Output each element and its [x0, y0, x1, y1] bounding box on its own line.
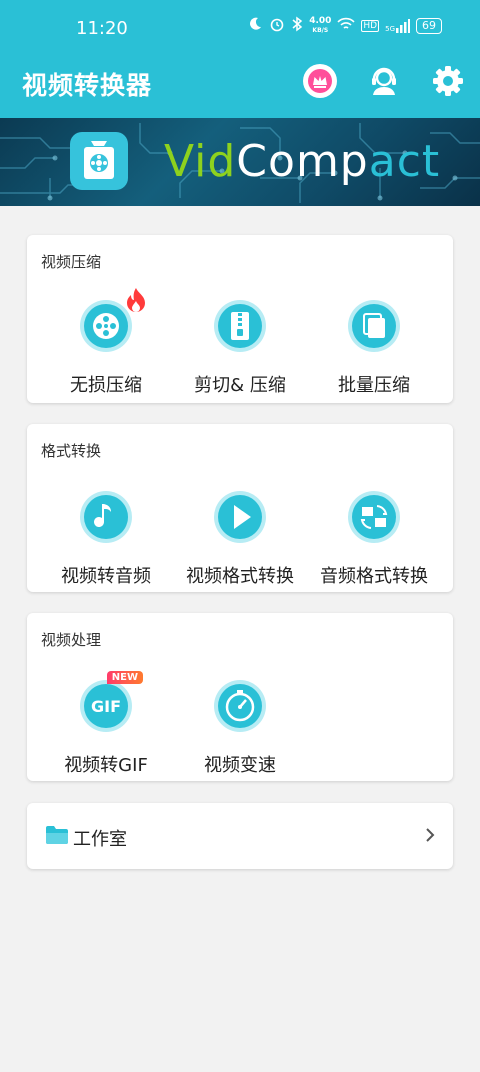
section-title: 视频处理 [41, 631, 102, 649]
vidcompact-banner[interactable]: VidCompact [0, 118, 480, 206]
hd-badge: HD [361, 20, 380, 32]
hot-flame-icon [125, 287, 147, 317]
tool-label: 视频转音频 [61, 566, 151, 587]
wifi-icon [337, 16, 355, 36]
battery-indicator: 69 [416, 18, 442, 34]
tool-video-format[interactable]: 视频格式转换 [175, 490, 305, 588]
alarm-icon [269, 16, 285, 36]
copy-stack-icon [347, 299, 401, 353]
vip-button[interactable] [303, 64, 337, 98]
tool-lossless-compress[interactable]: 无损压缩 [41, 288, 171, 397]
tool-cut-compress[interactable]: 剪切& 压缩 [175, 299, 305, 397]
status-time: 11:20 [76, 18, 128, 39]
play-icon [213, 490, 267, 544]
compress-logo-icon [84, 141, 114, 179]
workshop-label: 工作室 [73, 829, 127, 850]
tool-video-to-gif[interactable]: GIF NEW 视频转GIF [41, 671, 171, 777]
convert-icon [347, 490, 401, 544]
zipper-icon [213, 299, 267, 353]
settings-button[interactable] [431, 64, 465, 98]
section-compress: 视频压缩 无损压缩 剪切& 压缩 批量压缩 [27, 235, 453, 403]
net-speed: 4.00 KB/S [309, 16, 332, 35]
tool-batch-compress[interactable]: 批量压缩 [309, 299, 439, 397]
music-note-icon [79, 490, 133, 544]
section-title: 视频压缩 [41, 253, 102, 271]
support-icon [372, 67, 396, 95]
app-bar: 视频转换器 [0, 56, 480, 118]
tool-label: 批量压缩 [338, 375, 410, 396]
tool-video-to-audio[interactable]: 视频转音频 [41, 490, 171, 588]
workshop-row[interactable]: 工作室 [27, 803, 453, 869]
tool-label: 音频格式转换 [320, 566, 428, 587]
folder-icon [45, 825, 69, 849]
film-reel-icon [79, 288, 145, 353]
support-button[interactable] [367, 64, 401, 98]
new-badge: NEW [106, 671, 143, 684]
tool-label: 视频变速 [204, 755, 276, 776]
crown-icon [308, 69, 332, 93]
tool-label: 剪切& 压缩 [194, 375, 286, 396]
section-process: 视频处理 GIF NEW 视频转GIF 视频变速 [27, 613, 453, 781]
page-title: 视频转换器 [22, 71, 153, 100]
signal-icon: 5G [385, 19, 410, 33]
svg-text:GIF: GIF [91, 697, 121, 716]
section-title: 格式转换 [41, 442, 102, 460]
tool-label: 视频转GIF [64, 755, 148, 776]
status-bar: 11:20 4.00 KB/S HD 5G 69 [0, 0, 480, 56]
moon-icon [247, 16, 263, 36]
tool-video-speed[interactable]: 视频变速 [175, 679, 305, 777]
tool-audio-format[interactable]: 音频格式转换 [309, 490, 439, 588]
app-logo [70, 132, 128, 190]
section-format: 格式转换 视频转音频 视频格式转换 音频格式转换 [27, 424, 453, 592]
tool-label: 无损压缩 [70, 375, 142, 396]
tool-label: 视频格式转换 [186, 566, 294, 587]
gif-icon: GIF NEW [79, 671, 143, 733]
brand-wordmark: VidCompact [164, 136, 441, 187]
gear-icon [433, 66, 463, 96]
bluetooth-icon [291, 16, 303, 36]
chevron-right-icon [425, 827, 435, 847]
speedometer-icon [213, 679, 267, 733]
status-icons: 4.00 KB/S HD 5G 69 [247, 16, 442, 36]
